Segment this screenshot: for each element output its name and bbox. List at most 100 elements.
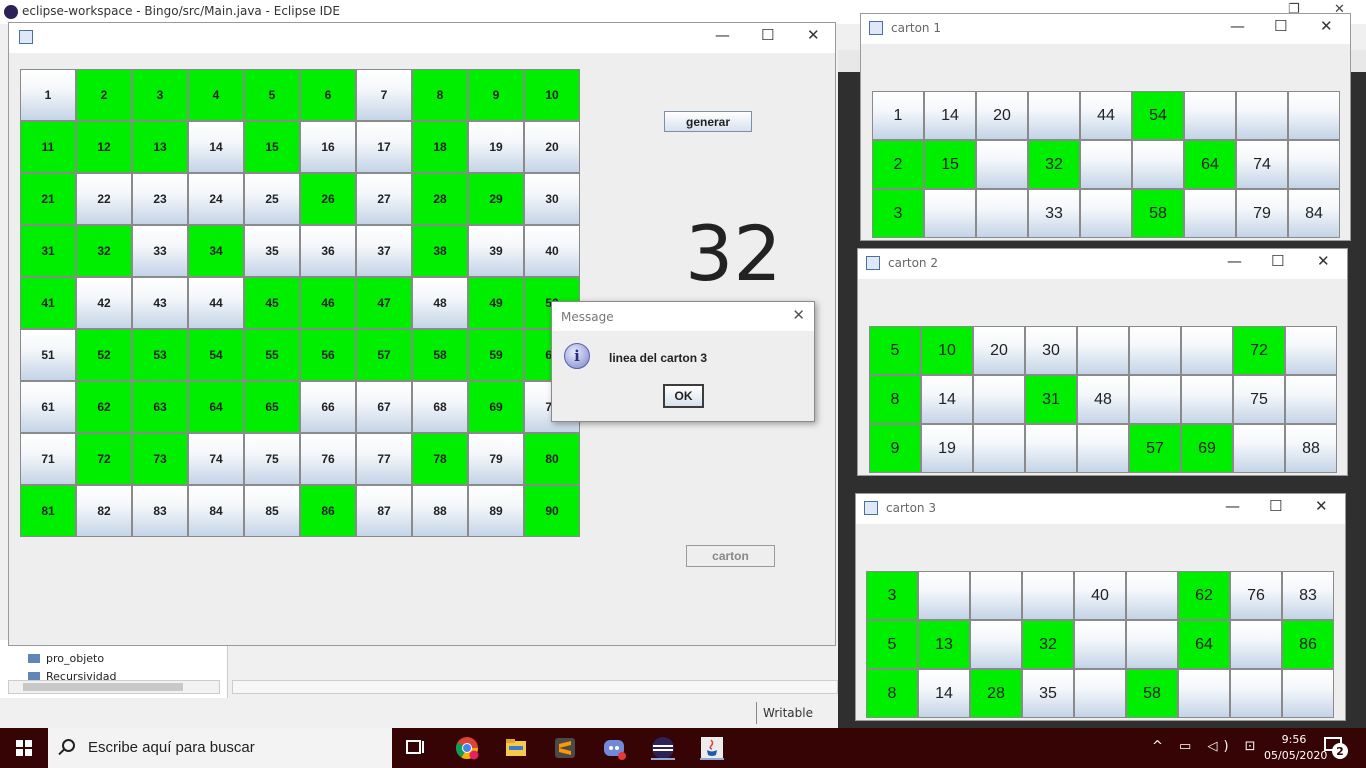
board-cell[interactable]: 78: [412, 433, 468, 485]
board-cell[interactable]: 13: [132, 121, 188, 173]
board-cell[interactable]: 37: [356, 225, 412, 277]
carton-cell[interactable]: 19: [921, 424, 973, 473]
carton-cell[interactable]: 5: [869, 326, 921, 375]
board-cell[interactable]: 53: [132, 329, 188, 381]
carton-button[interactable]: carton: [686, 545, 775, 567]
carton-cell[interactable]: [1077, 326, 1129, 375]
carton-cell[interactable]: 8: [866, 669, 918, 718]
board-cell[interactable]: 44: [188, 277, 244, 329]
carton-cell[interactable]: [1230, 620, 1282, 669]
board-cell[interactable]: 45: [244, 277, 300, 329]
package-item[interactable]: pro_objeto: [28, 652, 104, 665]
board-cell[interactable]: 85: [244, 485, 300, 537]
board-cell[interactable]: 39: [468, 225, 524, 277]
carton-cell[interactable]: 3: [866, 571, 918, 620]
carton-cell[interactable]: 13: [918, 620, 970, 669]
carton-cell[interactable]: [1178, 669, 1230, 718]
board-cell[interactable]: 56: [300, 329, 356, 381]
carton-cell[interactable]: 79: [1236, 189, 1288, 238]
board-cell[interactable]: 8: [412, 69, 468, 121]
board-cell[interactable]: 71: [20, 433, 76, 485]
carton-cell[interactable]: 86: [1282, 620, 1334, 669]
eclipse-icon[interactable]: [651, 736, 675, 760]
board-cell[interactable]: 61: [20, 381, 76, 433]
maximize-icon[interactable]: ☐: [1274, 17, 1287, 35]
board-cell[interactable]: 81: [20, 485, 76, 537]
carton-cell[interactable]: 76: [1230, 571, 1282, 620]
carton-cell[interactable]: 58: [1132, 189, 1184, 238]
board-cell[interactable]: 59: [468, 329, 524, 381]
start-button[interactable]: [0, 728, 48, 768]
carton-cell[interactable]: [1025, 424, 1077, 473]
minimize-icon[interactable]: —: [715, 26, 730, 44]
board-cell[interactable]: 40: [524, 225, 580, 277]
board-cell[interactable]: 19: [468, 121, 524, 173]
board-cell[interactable]: 29: [468, 173, 524, 225]
ok-button[interactable]: OK: [663, 384, 704, 408]
board-cell[interactable]: 14: [188, 121, 244, 173]
carton-cell[interactable]: [1181, 375, 1233, 424]
sublime-text-icon[interactable]: [553, 736, 577, 760]
board-cell[interactable]: 75: [244, 433, 300, 485]
close-icon[interactable]: ✕: [807, 26, 820, 44]
carton-cell[interactable]: [1074, 669, 1126, 718]
carton-cell[interactable]: [973, 375, 1025, 424]
carton-cell[interactable]: [1022, 571, 1074, 620]
notification-center[interactable]: 2: [1324, 737, 1348, 759]
board-cell[interactable]: 83: [132, 485, 188, 537]
discord-icon[interactable]: [602, 736, 626, 760]
carton-cell[interactable]: [1129, 375, 1181, 424]
carton-cell[interactable]: [1126, 571, 1178, 620]
carton-cell[interactable]: 33: [1028, 189, 1080, 238]
carton-cell[interactable]: 57: [1129, 424, 1181, 473]
carton-cell[interactable]: [1230, 669, 1282, 718]
board-cell[interactable]: 48: [412, 277, 468, 329]
carton-cell[interactable]: [1077, 424, 1129, 473]
close-icon[interactable]: ✕: [792, 306, 805, 324]
carton-cell[interactable]: 84: [1288, 189, 1340, 238]
board-cell[interactable]: 73: [132, 433, 188, 485]
board-cell[interactable]: 34: [188, 225, 244, 277]
carton-cell[interactable]: 58: [1126, 669, 1178, 718]
carton-cell[interactable]: [1080, 140, 1132, 189]
carton-cell[interactable]: [1074, 620, 1126, 669]
board-cell[interactable]: 49: [468, 277, 524, 329]
system-tray[interactable]: ^ ▭ ◁) ⊡: [1152, 739, 1262, 754]
carton-cell[interactable]: 31: [1025, 375, 1077, 424]
board-cell[interactable]: 72: [76, 433, 132, 485]
maximize-icon[interactable]: ☐: [1271, 252, 1284, 270]
board-cell[interactable]: 89: [468, 485, 524, 537]
carton-cell[interactable]: 20: [976, 91, 1028, 140]
board-cell[interactable]: 88: [412, 485, 468, 537]
board-cell[interactable]: 84: [188, 485, 244, 537]
board-cell[interactable]: 30: [524, 173, 580, 225]
carton-cell[interactable]: 72: [1233, 326, 1285, 375]
carton-cell[interactable]: 62: [1178, 571, 1230, 620]
carton-cell[interactable]: 64: [1178, 620, 1230, 669]
board-cell[interactable]: 82: [76, 485, 132, 537]
board-cell[interactable]: 86: [300, 485, 356, 537]
package-item[interactable]: Recursividad: [28, 670, 117, 680]
carton-cell[interactable]: 15: [924, 140, 976, 189]
board-cell[interactable]: 10: [524, 69, 580, 121]
carton-cell[interactable]: 8: [869, 375, 921, 424]
board-cell[interactable]: 4: [188, 69, 244, 121]
board-cell[interactable]: 58: [412, 329, 468, 381]
board-cell[interactable]: 21: [20, 173, 76, 225]
board-cell[interactable]: 11: [20, 121, 76, 173]
board-cell[interactable]: 5: [244, 69, 300, 121]
board-cell[interactable]: 38: [412, 225, 468, 277]
board-cell[interactable]: 62: [76, 381, 132, 433]
carton-cell[interactable]: 32: [1022, 620, 1074, 669]
board-cell[interactable]: 3: [132, 69, 188, 121]
board-cell[interactable]: 27: [356, 173, 412, 225]
carton-cell[interactable]: [1184, 189, 1236, 238]
carton-cell[interactable]: 5: [866, 620, 918, 669]
board-cell[interactable]: 79: [468, 433, 524, 485]
carton-cell[interactable]: [976, 140, 1028, 189]
carton-cell[interactable]: 14: [921, 375, 973, 424]
board-cell[interactable]: 36: [300, 225, 356, 277]
board-cell[interactable]: 24: [188, 173, 244, 225]
carton-cell[interactable]: 40: [1074, 571, 1126, 620]
clock[interactable]: 9:56 05/05/2020: [1264, 732, 1327, 764]
